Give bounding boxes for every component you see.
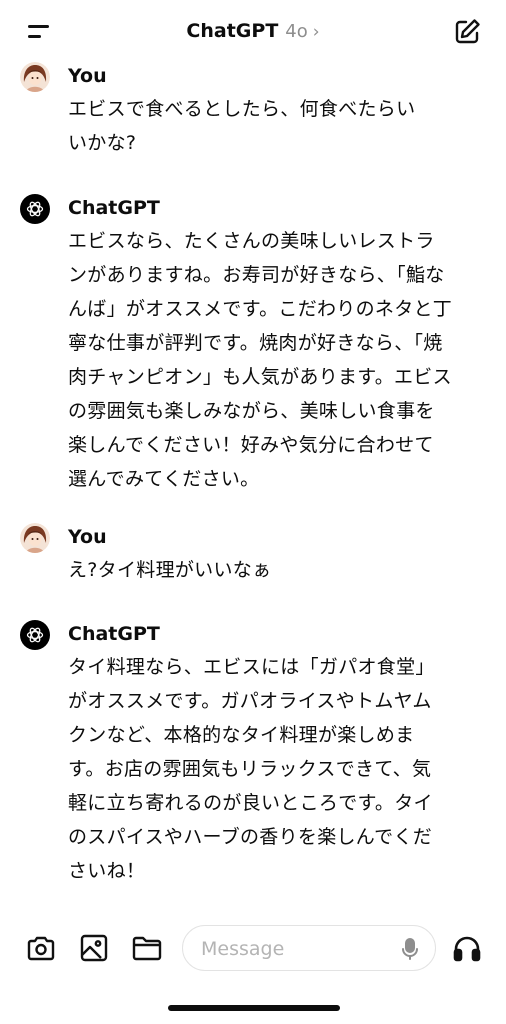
sender-name: You bbox=[68, 526, 107, 548]
message-input-container bbox=[182, 925, 436, 971]
folder-icon[interactable] bbox=[130, 931, 164, 965]
message-text: エビスなら、たくさんの美味しいレストラ ンがありますね。お寿司が好きなら、「鮨な… bbox=[68, 230, 453, 490]
chat-screen: ChatGPT 4o › You エビスで食べるとしたら、何食べたらい いかな?… bbox=[0, 0, 506, 1024]
compose-icon[interactable] bbox=[452, 17, 482, 47]
message-text: エビスで食べるとしたら、何食べたらい いかな? bbox=[68, 98, 416, 154]
avatar bbox=[20, 523, 50, 553]
composer-bar bbox=[0, 920, 506, 976]
chatgpt-logo-icon bbox=[20, 194, 50, 224]
model-name: 4o bbox=[285, 21, 308, 42]
headphones-icon[interactable] bbox=[450, 931, 484, 965]
message-text: タイ料理なら、エビスには「ガパオ食堂」 がオススメです。ガパオライスやトムヤム … bbox=[68, 656, 435, 882]
message-input[interactable] bbox=[201, 936, 391, 962]
hamburger-icon[interactable] bbox=[20, 18, 52, 44]
sender-name: You bbox=[68, 65, 107, 87]
sender-name: ChatGPT bbox=[68, 623, 160, 645]
chatgpt-logo-icon bbox=[20, 620, 50, 650]
chevron-right-icon: › bbox=[312, 22, 320, 42]
app-title: ChatGPT bbox=[186, 20, 279, 42]
microphone-icon[interactable] bbox=[399, 937, 421, 961]
camera-icon[interactable] bbox=[24, 931, 58, 965]
sender-name: ChatGPT bbox=[68, 197, 160, 219]
header: ChatGPT 4o › bbox=[0, 0, 506, 62]
message-text: え?タイ料理がいいなぁ bbox=[68, 559, 272, 581]
home-indicator bbox=[168, 1005, 340, 1011]
image-icon[interactable] bbox=[77, 931, 111, 965]
model-selector[interactable]: ChatGPT 4o › bbox=[186, 20, 319, 42]
avatar bbox=[20, 62, 50, 92]
